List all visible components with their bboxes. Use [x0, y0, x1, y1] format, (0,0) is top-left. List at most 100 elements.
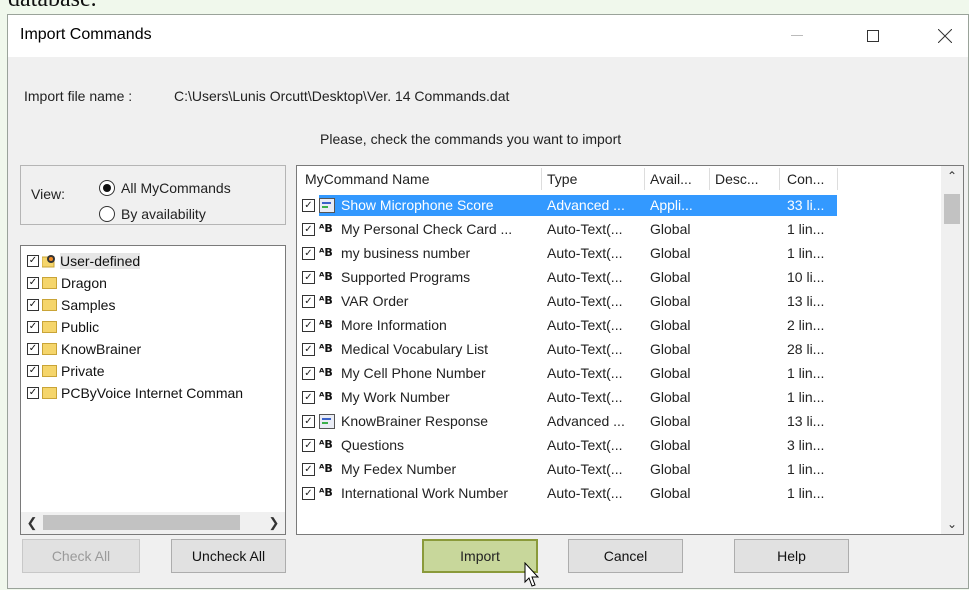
row-checkbox[interactable]: ✓	[302, 391, 315, 404]
cell-type: Auto-Text(...	[547, 437, 623, 453]
table-row[interactable]: ✓ ᴬB My Personal Check Card ... Auto-Text(.…	[297, 218, 947, 242]
scroll-down-icon[interactable]: ⌄	[941, 514, 963, 534]
scroll-thumb[interactable]	[43, 515, 240, 530]
folder-icon	[42, 321, 57, 333]
advanced-script-icon	[319, 414, 335, 429]
checkbox-checked-icon[interactable]: ✓	[27, 343, 39, 355]
checkbox-checked-icon[interactable]: ✓	[27, 321, 39, 333]
cell-name: Questions	[341, 437, 405, 453]
cell-availability: Global	[650, 413, 691, 429]
close-button[interactable]	[922, 15, 968, 57]
table-row[interactable]: ✓ ᴬB International Work Number Auto-Text(..…	[297, 482, 947, 506]
radio-all-mycommands[interactable]: All MyCommands	[99, 180, 231, 196]
tree-item-label: Samples	[61, 297, 116, 313]
cell-type: Advanced ...	[547, 197, 625, 213]
table-row[interactable]: ✓ ᴬB My Fedex Number Auto-Text(... Global 1 l…	[297, 458, 947, 482]
minimize-button[interactable]	[774, 15, 820, 57]
column-separator	[837, 168, 838, 190]
mouse-pointer-icon	[524, 562, 540, 587]
cancel-button[interactable]: Cancel	[568, 539, 683, 573]
table-row[interactable]: ✓ ᴬB Questions Auto-Text(... Global 3 lin...	[297, 434, 947, 458]
auto-text-icon: ᴬB	[319, 342, 333, 355]
tree-horizontal-scrollbar[interactable]: ❮ ❯	[21, 512, 285, 534]
cell-type: Auto-Text(...	[547, 389, 623, 405]
scroll-right-icon[interactable]: ❯	[263, 512, 285, 534]
minimize-icon	[791, 35, 803, 36]
folder-icon	[42, 387, 57, 399]
table-row[interactable]: ✓ ᴬB VAR Order Auto-Text(... Global 13 li...	[297, 290, 947, 314]
tree-item-knowbrainer[interactable]: ✓ KnowBrainer	[27, 339, 141, 359]
scroll-left-icon[interactable]: ❮	[21, 512, 43, 534]
uncheck-all-button[interactable]: Uncheck All	[171, 539, 286, 573]
instruction-text: Please, check the commands you want to i…	[320, 131, 622, 147]
row-checkbox[interactable]: ✓	[302, 463, 315, 476]
cell-name: VAR Order	[341, 293, 409, 309]
cell-content: 28 li...	[787, 341, 825, 357]
checkbox-checked-icon[interactable]: ✓	[27, 365, 39, 377]
column-separator	[541, 168, 542, 190]
cell-content: 1 lin...	[787, 365, 825, 381]
tree-item-private[interactable]: ✓ Private	[27, 361, 105, 381]
view-options-group: View: All MyCommands By availability	[20, 165, 286, 225]
row-checkbox[interactable]: ✓	[302, 319, 315, 332]
cell-availability: Global	[650, 437, 691, 453]
commands-list[interactable]: MyCommand Name Type Avail... Desc... Con…	[296, 165, 964, 535]
check-all-button[interactable]: Check All	[22, 539, 140, 573]
column-header-type[interactable]: Type	[547, 171, 577, 187]
checkbox-checked-icon[interactable]: ✓	[27, 387, 39, 399]
tree-item-pcbyvoice[interactable]: ✓ PCByVoice Internet Comman	[27, 383, 243, 403]
row-checkbox[interactable]: ✓	[302, 295, 315, 308]
advanced-script-icon	[319, 198, 335, 213]
radio-by-availability[interactable]: By availability	[99, 206, 206, 222]
tree-item-samples[interactable]: ✓ Samples	[27, 295, 115, 315]
cell-type: Auto-Text(...	[547, 245, 623, 261]
row-checkbox[interactable]: ✓	[302, 223, 315, 236]
tree-item-user-defined[interactable]: ✓ User-defined	[27, 251, 141, 271]
row-checkbox[interactable]: ✓	[302, 487, 315, 500]
cell-content: 1 lin...	[787, 485, 825, 501]
cell-content: 33 li...	[787, 197, 825, 213]
table-row[interactable]: ✓ ᴬB More Information Auto-Text(... Global 2 …	[297, 314, 947, 338]
row-checkbox[interactable]: ✓	[302, 271, 315, 284]
row-checkbox[interactable]: ✓	[302, 247, 315, 260]
auto-text-icon: ᴬB	[319, 366, 333, 379]
import-file-path: C:\Users\Lunis Orcutt\Desktop\Ver. 14 Co…	[174, 88, 510, 104]
table-row[interactable]: ✓ ᴬB My Cell Phone Number Auto-Text(... Glob…	[297, 362, 947, 386]
column-header-availability[interactable]: Avail...	[650, 171, 692, 187]
scroll-thumb[interactable]	[944, 194, 960, 224]
cell-content: 1 lin...	[787, 461, 825, 477]
table-row[interactable]: ✓ ᴬB my business number Auto-Text(... Global…	[297, 242, 947, 266]
maximize-button[interactable]	[850, 15, 896, 57]
checkbox-checked-icon[interactable]: ✓	[27, 255, 39, 267]
category-tree[interactable]: ✓ User-defined ✓ Dragon ✓ Samples ✓ Publ…	[20, 245, 286, 535]
cell-name: Supported Programs	[341, 269, 471, 285]
column-header-name[interactable]: MyCommand Name	[305, 171, 429, 187]
row-checkbox[interactable]: ✓	[302, 415, 315, 428]
table-row[interactable]: ✓ ᴬB My Work Number Auto-Text(... Global 1 li…	[297, 386, 947, 410]
column-header-description[interactable]: Desc...	[715, 171, 759, 187]
table-row[interactable]: ✓ ᴬB Medical Vocabulary List Auto-Text(... G…	[297, 338, 947, 362]
row-checkbox[interactable]: ✓	[302, 343, 315, 356]
auto-text-icon: ᴬB	[319, 246, 333, 259]
list-vertical-scrollbar[interactable]: ⌃ ⌄	[941, 166, 963, 534]
view-label: View:	[31, 186, 65, 202]
cell-name: my business number	[341, 245, 471, 261]
table-row[interactable]: ✓ ᴬB Supported Programs Auto-Text(... Global…	[297, 266, 947, 290]
cell-type: Auto-Text(...	[547, 365, 623, 381]
checkbox-checked-icon[interactable]: ✓	[27, 299, 39, 311]
tree-item-public[interactable]: ✓ Public	[27, 317, 99, 337]
row-checkbox[interactable]: ✓	[302, 439, 315, 452]
user-folder-icon	[41, 254, 56, 268]
table-row[interactable]: ✓ KnowBrainer Response Advanced ... Global 1…	[297, 410, 947, 434]
help-button[interactable]: Help	[734, 539, 849, 573]
folder-icon	[42, 277, 57, 289]
checkbox-checked-icon[interactable]: ✓	[27, 277, 39, 289]
table-row[interactable]: ✓ Show Microphone Score Advanced ... Appli.…	[297, 194, 947, 218]
column-header-content[interactable]: Con...	[787, 171, 824, 187]
tree-item-dragon[interactable]: ✓ Dragon	[27, 273, 107, 293]
row-checkbox[interactable]: ✓	[302, 367, 315, 380]
import-button[interactable]: Import	[422, 539, 538, 573]
row-checkbox[interactable]: ✓	[302, 199, 315, 212]
cell-name: My Work Number	[341, 389, 450, 405]
scroll-up-icon[interactable]: ⌃	[941, 166, 963, 186]
